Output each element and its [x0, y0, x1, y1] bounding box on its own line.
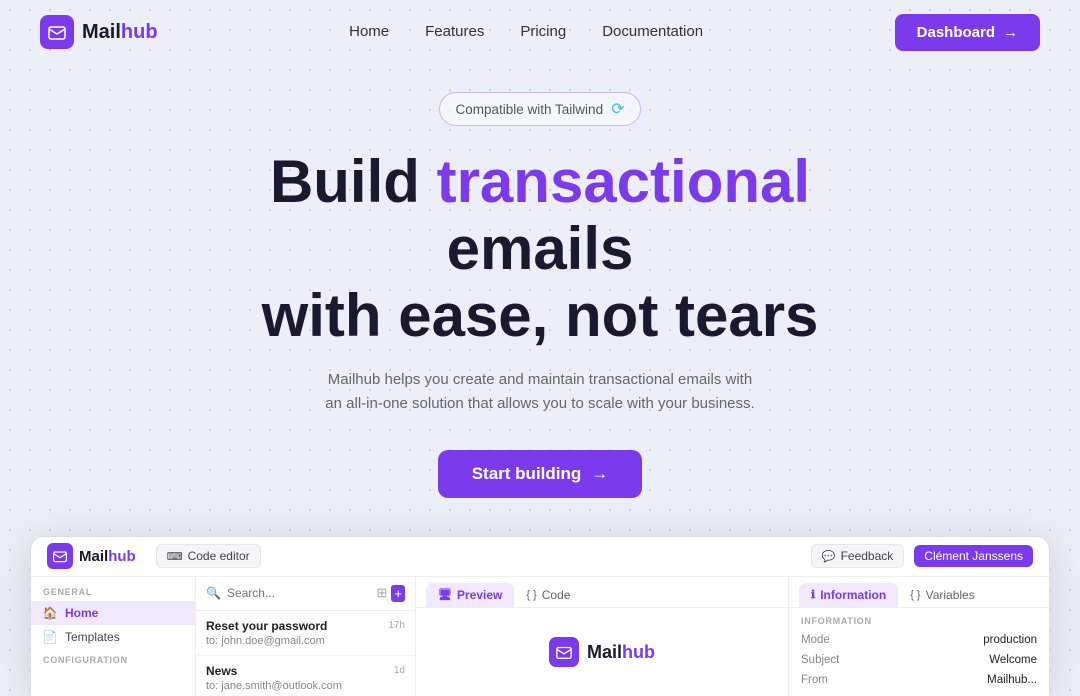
tab-variables[interactable]: { } Variables	[898, 583, 987, 607]
email-search-bar: 🔍 ⊞ +	[196, 577, 415, 611]
info-row-subject: Subject Welcome	[789, 650, 1049, 670]
logo-icon	[40, 15, 74, 49]
nav-features[interactable]: Features	[425, 23, 484, 40]
nav-links: Home Features Pricing Documentation	[349, 23, 703, 41]
tab-preview[interactable]: 🖥 Preview	[426, 583, 514, 607]
code-editor-button[interactable]: ⌨ Code editor	[156, 544, 261, 568]
app-logo: Mailhub	[47, 543, 136, 569]
dashboard-button[interactable]: Dashboard →	[895, 14, 1040, 51]
preview-logo-icon	[549, 637, 579, 667]
app-sidebar: GENERAL 🏠 Home 📄 Templates CONFIGURATION	[31, 577, 196, 696]
compatible-badge: Compatible with Tailwind ⟳	[439, 92, 642, 126]
nav-pricing[interactable]: Pricing	[520, 23, 566, 40]
user-menu-button[interactable]: Clément Janssens	[914, 545, 1033, 567]
code-braces-icon: { }	[526, 589, 536, 601]
app-body: GENERAL 🏠 Home 📄 Templates CONFIGURATION…	[31, 577, 1049, 696]
tab-information[interactable]: ℹ Information	[799, 583, 898, 607]
navbar: Mailhub Home Features Pricing Documentat…	[0, 0, 1080, 64]
monitor-icon: 🖥	[438, 588, 452, 601]
brand-logo[interactable]: Mailhub	[40, 15, 158, 49]
search-icon: 🔍	[206, 586, 221, 600]
feedback-button[interactable]: 💬 Feedback	[811, 544, 904, 568]
templates-icon: 📄	[43, 630, 57, 644]
app-preview: Mailhub ⌨ Code editor 💬 Feedback Clément…	[30, 536, 1050, 696]
tailwind-icon: ⟳	[611, 99, 624, 119]
app-topbar: Mailhub ⌨ Code editor 💬 Feedback Clément…	[31, 537, 1049, 577]
search-input[interactable]	[227, 586, 371, 600]
email-item-news[interactable]: News 1d to: jane.smith@outlook.com	[196, 656, 415, 696]
sidebar-general-label: GENERAL	[31, 587, 195, 601]
hero-subtitle: Mailhub helps you create and maintain tr…	[320, 368, 760, 416]
sidebar-config-label: CONFIGURATION	[31, 655, 195, 669]
email-preview-panel: 🖥 Preview { } Code	[416, 577, 789, 696]
email-item-reset[interactable]: Reset your password 17h to: john.doe@gma…	[196, 611, 415, 656]
info-panel: ℹ Information { } Variables INFORMATION …	[789, 577, 1049, 696]
info-section-label: INFORMATION	[789, 608, 1049, 630]
preview-content: Mailhub	[416, 608, 788, 696]
email-list: 🔍 ⊞ + Reset your password 17h to: john.d…	[196, 577, 416, 696]
info-icon: ℹ	[811, 588, 815, 601]
app-logo-icon	[47, 543, 73, 569]
hero-title: Build transactional emails with ease, no…	[180, 148, 900, 350]
app-topbar-right: 💬 Feedback Clément Janssens	[811, 544, 1033, 568]
nav-home[interactable]: Home	[349, 23, 389, 40]
preview-mailhub-logo: Mailhub	[549, 637, 655, 667]
search-action-icons: ⊞ +	[377, 585, 406, 602]
brand-name: Mailhub	[82, 21, 158, 44]
info-row-from: From Mailhub...	[789, 670, 1049, 690]
search-extra-icon-2[interactable]: +	[391, 585, 405, 602]
app-preview-wrapper: Mailhub ⌨ Code editor 💬 Feedback Clément…	[0, 536, 1080, 696]
nav-documentation[interactable]: Documentation	[602, 23, 703, 40]
info-tabs: ℹ Information { } Variables	[789, 577, 1049, 608]
variables-icon: { }	[910, 589, 920, 601]
info-row-mode: Mode production	[789, 630, 1049, 650]
hero-section: Compatible with Tailwind ⟳ Build transac…	[0, 64, 1080, 536]
tab-code[interactable]: { } Code	[514, 583, 582, 607]
sidebar-item-home[interactable]: 🏠 Home	[31, 601, 195, 625]
code-icon: ⌨	[167, 550, 183, 563]
search-extra-icon-1[interactable]: ⊞	[377, 585, 388, 602]
feedback-icon: 💬	[822, 550, 836, 563]
preview-tabs: 🖥 Preview { } Code	[416, 577, 788, 608]
start-building-button[interactable]: Start building →	[438, 450, 643, 498]
sidebar-item-templates[interactable]: 📄 Templates	[31, 625, 195, 649]
